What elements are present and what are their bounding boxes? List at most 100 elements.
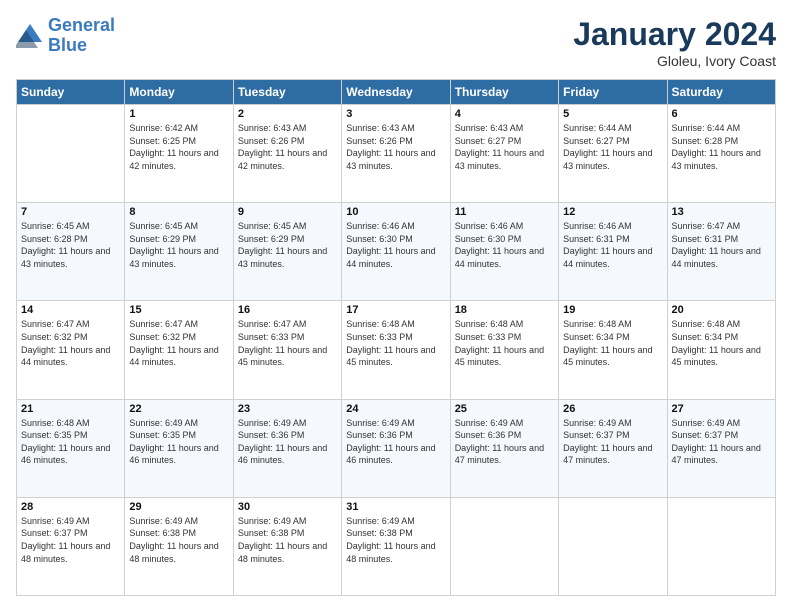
table-row: 24 Sunrise: 6:49 AMSunset: 6:36 PMDaylig… bbox=[342, 399, 450, 497]
table-row: 15 Sunrise: 6:47 AMSunset: 6:32 PMDaylig… bbox=[125, 301, 233, 399]
table-row: 8 Sunrise: 6:45 AMSunset: 6:29 PMDayligh… bbox=[125, 203, 233, 301]
table-row: 10 Sunrise: 6:46 AMSunset: 6:30 PMDaylig… bbox=[342, 203, 450, 301]
cell-date: 4 bbox=[455, 108, 554, 120]
cell-info: Sunrise: 6:44 AMSunset: 6:27 PMDaylight:… bbox=[563, 122, 662, 172]
header-row: Sunday Monday Tuesday Wednesday Thursday… bbox=[17, 80, 776, 105]
cell-date: 10 bbox=[346, 206, 445, 218]
table-row: 23 Sunrise: 6:49 AMSunset: 6:36 PMDaylig… bbox=[233, 399, 341, 497]
col-saturday: Saturday bbox=[667, 80, 775, 105]
cell-info: Sunrise: 6:48 AMSunset: 6:35 PMDaylight:… bbox=[21, 417, 120, 467]
cell-date: 27 bbox=[672, 403, 771, 415]
header: General Blue January 2024 Gloleu, Ivory … bbox=[16, 16, 776, 69]
cell-info: Sunrise: 6:48 AMSunset: 6:33 PMDaylight:… bbox=[346, 318, 445, 368]
table-row: 16 Sunrise: 6:47 AMSunset: 6:33 PMDaylig… bbox=[233, 301, 341, 399]
cell-info: Sunrise: 6:49 AMSunset: 6:36 PMDaylight:… bbox=[455, 417, 554, 467]
cell-date: 15 bbox=[129, 304, 228, 316]
cell-info: Sunrise: 6:49 AMSunset: 6:38 PMDaylight:… bbox=[129, 515, 228, 565]
cell-info: Sunrise: 6:47 AMSunset: 6:31 PMDaylight:… bbox=[672, 220, 771, 270]
cell-date: 11 bbox=[455, 206, 554, 218]
table-row: 31 Sunrise: 6:49 AMSunset: 6:38 PMDaylig… bbox=[342, 497, 450, 595]
cell-info: Sunrise: 6:43 AMSunset: 6:27 PMDaylight:… bbox=[455, 122, 554, 172]
cell-info: Sunrise: 6:47 AMSunset: 6:33 PMDaylight:… bbox=[238, 318, 337, 368]
table-row: 25 Sunrise: 6:49 AMSunset: 6:36 PMDaylig… bbox=[450, 399, 558, 497]
cell-info: Sunrise: 6:49 AMSunset: 6:37 PMDaylight:… bbox=[563, 417, 662, 467]
week-row-3: 21 Sunrise: 6:48 AMSunset: 6:35 PMDaylig… bbox=[17, 399, 776, 497]
cell-info: Sunrise: 6:49 AMSunset: 6:37 PMDaylight:… bbox=[672, 417, 771, 467]
table-row: 6 Sunrise: 6:44 AMSunset: 6:28 PMDayligh… bbox=[667, 105, 775, 203]
cell-info: Sunrise: 6:47 AMSunset: 6:32 PMDaylight:… bbox=[21, 318, 120, 368]
cell-info: Sunrise: 6:45 AMSunset: 6:28 PMDaylight:… bbox=[21, 220, 120, 270]
week-row-4: 28 Sunrise: 6:49 AMSunset: 6:37 PMDaylig… bbox=[17, 497, 776, 595]
cell-date: 17 bbox=[346, 304, 445, 316]
cell-date: 13 bbox=[672, 206, 771, 218]
table-row: 7 Sunrise: 6:45 AMSunset: 6:28 PMDayligh… bbox=[17, 203, 125, 301]
cell-date: 30 bbox=[238, 501, 337, 513]
table-row: 9 Sunrise: 6:45 AMSunset: 6:29 PMDayligh… bbox=[233, 203, 341, 301]
cell-date: 7 bbox=[21, 206, 120, 218]
table-row: 3 Sunrise: 6:43 AMSunset: 6:26 PMDayligh… bbox=[342, 105, 450, 203]
col-wednesday: Wednesday bbox=[342, 80, 450, 105]
cell-date: 18 bbox=[455, 304, 554, 316]
table-row: 11 Sunrise: 6:46 AMSunset: 6:30 PMDaylig… bbox=[450, 203, 558, 301]
table-row: 18 Sunrise: 6:48 AMSunset: 6:33 PMDaylig… bbox=[450, 301, 558, 399]
col-thursday: Thursday bbox=[450, 80, 558, 105]
cell-date: 26 bbox=[563, 403, 662, 415]
cell-date: 23 bbox=[238, 403, 337, 415]
col-monday: Monday bbox=[125, 80, 233, 105]
col-tuesday: Tuesday bbox=[233, 80, 341, 105]
cell-date: 28 bbox=[21, 501, 120, 513]
cell-date: 16 bbox=[238, 304, 337, 316]
week-row-1: 7 Sunrise: 6:45 AMSunset: 6:28 PMDayligh… bbox=[17, 203, 776, 301]
table-row: 29 Sunrise: 6:49 AMSunset: 6:38 PMDaylig… bbox=[125, 497, 233, 595]
cell-date: 20 bbox=[672, 304, 771, 316]
logo-icon bbox=[16, 22, 44, 50]
table-row: 17 Sunrise: 6:48 AMSunset: 6:33 PMDaylig… bbox=[342, 301, 450, 399]
table-row: 26 Sunrise: 6:49 AMSunset: 6:37 PMDaylig… bbox=[559, 399, 667, 497]
cell-info: Sunrise: 6:46 AMSunset: 6:31 PMDaylight:… bbox=[563, 220, 662, 270]
table-row: 28 Sunrise: 6:49 AMSunset: 6:37 PMDaylig… bbox=[17, 497, 125, 595]
month-title: January 2024 bbox=[573, 16, 776, 53]
table-row: 21 Sunrise: 6:48 AMSunset: 6:35 PMDaylig… bbox=[17, 399, 125, 497]
table-row: 2 Sunrise: 6:43 AMSunset: 6:26 PMDayligh… bbox=[233, 105, 341, 203]
logo-text: General Blue bbox=[48, 16, 115, 56]
table-row bbox=[17, 105, 125, 203]
table-row bbox=[667, 497, 775, 595]
col-sunday: Sunday bbox=[17, 80, 125, 105]
col-friday: Friday bbox=[559, 80, 667, 105]
table-row: 30 Sunrise: 6:49 AMSunset: 6:38 PMDaylig… bbox=[233, 497, 341, 595]
cell-date: 22 bbox=[129, 403, 228, 415]
table-row: 12 Sunrise: 6:46 AMSunset: 6:31 PMDaylig… bbox=[559, 203, 667, 301]
table-row: 5 Sunrise: 6:44 AMSunset: 6:27 PMDayligh… bbox=[559, 105, 667, 203]
cell-date: 5 bbox=[563, 108, 662, 120]
cell-info: Sunrise: 6:45 AMSunset: 6:29 PMDaylight:… bbox=[129, 220, 228, 270]
cell-date: 21 bbox=[21, 403, 120, 415]
cell-info: Sunrise: 6:42 AMSunset: 6:25 PMDaylight:… bbox=[129, 122, 228, 172]
page: General Blue January 2024 Gloleu, Ivory … bbox=[0, 0, 792, 612]
cell-date: 8 bbox=[129, 206, 228, 218]
table-row: 14 Sunrise: 6:47 AMSunset: 6:32 PMDaylig… bbox=[17, 301, 125, 399]
calendar-table: Sunday Monday Tuesday Wednesday Thursday… bbox=[16, 79, 776, 596]
cell-date: 31 bbox=[346, 501, 445, 513]
cell-info: Sunrise: 6:48 AMSunset: 6:34 PMDaylight:… bbox=[563, 318, 662, 368]
cell-info: Sunrise: 6:49 AMSunset: 6:35 PMDaylight:… bbox=[129, 417, 228, 467]
logo: General Blue bbox=[16, 16, 115, 56]
location-title: Gloleu, Ivory Coast bbox=[573, 53, 776, 69]
cell-info: Sunrise: 6:46 AMSunset: 6:30 PMDaylight:… bbox=[346, 220, 445, 270]
cell-info: Sunrise: 6:49 AMSunset: 6:37 PMDaylight:… bbox=[21, 515, 120, 565]
cell-info: Sunrise: 6:49 AMSunset: 6:38 PMDaylight:… bbox=[346, 515, 445, 565]
cell-info: Sunrise: 6:45 AMSunset: 6:29 PMDaylight:… bbox=[238, 220, 337, 270]
cell-info: Sunrise: 6:46 AMSunset: 6:30 PMDaylight:… bbox=[455, 220, 554, 270]
table-row: 13 Sunrise: 6:47 AMSunset: 6:31 PMDaylig… bbox=[667, 203, 775, 301]
cell-date: 6 bbox=[672, 108, 771, 120]
cell-date: 3 bbox=[346, 108, 445, 120]
cell-date: 14 bbox=[21, 304, 120, 316]
cell-date: 2 bbox=[238, 108, 337, 120]
table-row: 20 Sunrise: 6:48 AMSunset: 6:34 PMDaylig… bbox=[667, 301, 775, 399]
title-area: January 2024 Gloleu, Ivory Coast bbox=[573, 16, 776, 69]
week-row-2: 14 Sunrise: 6:47 AMSunset: 6:32 PMDaylig… bbox=[17, 301, 776, 399]
table-row: 27 Sunrise: 6:49 AMSunset: 6:37 PMDaylig… bbox=[667, 399, 775, 497]
cell-info: Sunrise: 6:49 AMSunset: 6:36 PMDaylight:… bbox=[238, 417, 337, 467]
table-row: 1 Sunrise: 6:42 AMSunset: 6:25 PMDayligh… bbox=[125, 105, 233, 203]
table-row: 19 Sunrise: 6:48 AMSunset: 6:34 PMDaylig… bbox=[559, 301, 667, 399]
cell-info: Sunrise: 6:47 AMSunset: 6:32 PMDaylight:… bbox=[129, 318, 228, 368]
